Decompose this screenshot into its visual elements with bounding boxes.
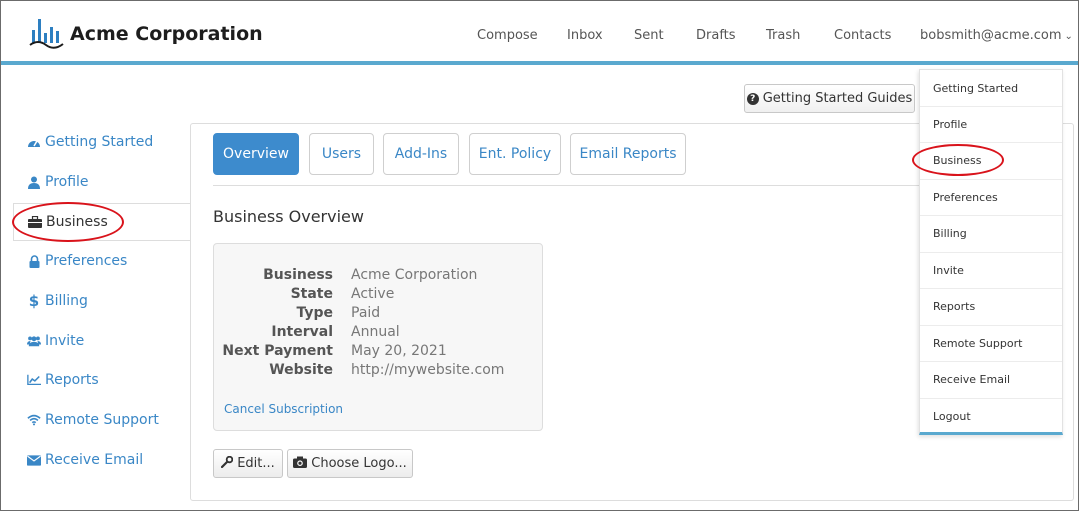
sidebar-item-remote-support[interactable]: Remote Support [13, 401, 190, 439]
nav-sent[interactable]: Sent [634, 28, 664, 43]
menu-item-billing[interactable]: Billing [920, 215, 1062, 251]
question-circle-icon: ? [746, 92, 759, 105]
getting-started-guides-button[interactable]: ? Getting Started Guides [744, 84, 915, 113]
menu-item-remote-support[interactable]: Remote Support [920, 325, 1062, 361]
detail-key: State [290, 286, 333, 302]
cancel-subscription-link[interactable]: Cancel Subscription [224, 402, 343, 416]
acme-logo-icon [29, 19, 64, 49]
tab-ent-policy[interactable]: Ent. Policy [469, 133, 561, 175]
menu-item-getting-started[interactable]: Getting Started [920, 70, 1062, 106]
sidebar-item-preferences[interactable]: Preferences [13, 242, 190, 280]
wrench-icon [221, 455, 234, 472]
choose-logo-button[interactable]: Choose Logo... [287, 449, 413, 478]
edit-label: Edit... [237, 456, 275, 471]
detail-key: Interval [271, 324, 333, 340]
brand-name: Acme Corporation [70, 23, 263, 45]
tab-email-reports[interactable]: Email Reports [570, 133, 686, 175]
users-icon [27, 334, 41, 348]
sidebar-item-label: Remote Support [45, 412, 159, 428]
sidebar-item-label: Invite [45, 333, 85, 349]
menu-item-logout[interactable]: Logout [920, 398, 1062, 434]
detail-key: Next Payment [222, 343, 333, 359]
detail-key: Business [263, 267, 333, 283]
sidebar-item-label: Profile [45, 174, 89, 190]
dollar-icon: $ [28, 292, 40, 310]
chevron-down-icon: ⌄ [1064, 31, 1073, 42]
nav-contacts[interactable]: Contacts [834, 28, 891, 43]
envelope-icon [27, 453, 41, 467]
nav-compose[interactable]: Compose [477, 28, 538, 43]
sidebar-item-label: Reports [45, 372, 99, 388]
sidebar-item-label: Getting Started [45, 134, 154, 150]
detail-row: State Active [214, 286, 544, 305]
section-title: Business Overview [213, 207, 364, 226]
detail-value: Acme Corporation [351, 267, 478, 283]
tab-users[interactable]: Users [309, 133, 374, 175]
menu-item-invite[interactable]: Invite [920, 252, 1062, 288]
detail-key: Type [296, 305, 333, 321]
sidebar-item-label: Receive Email [45, 452, 144, 468]
tab-divider [213, 185, 919, 186]
detail-row: Interval Annual [214, 324, 544, 343]
detail-value: http://mywebsite.com [351, 362, 505, 378]
top-header: Acme Corporation Compose Inbox Sent Draf… [1, 1, 1078, 65]
sidebar-item-invite[interactable]: Invite [13, 322, 190, 360]
sidebar-item-getting-started[interactable]: Getting Started [13, 123, 190, 161]
user-icon [27, 175, 41, 189]
detail-value: Paid [351, 305, 381, 321]
user-email: bobsmith@acme.com [920, 28, 1062, 43]
nav-inbox[interactable]: Inbox [567, 28, 603, 43]
dashboard-icon [27, 135, 41, 149]
detail-value: Annual [351, 324, 400, 340]
sidebar-item-reports[interactable]: Reports [13, 361, 190, 399]
edit-button[interactable]: Edit... [213, 449, 283, 478]
detail-key: Website [269, 362, 333, 378]
sidebar-item-receive-email[interactable]: Receive Email [13, 441, 190, 479]
guides-label: Getting Started Guides [762, 91, 913, 106]
briefcase-icon [28, 215, 42, 229]
detail-value: May 20, 2021 [351, 343, 447, 359]
lock-icon [27, 254, 41, 268]
wifi-icon [27, 413, 41, 427]
camera-icon [293, 456, 308, 472]
nav-trash[interactable]: Trash [766, 28, 800, 43]
sidebar-item-billing[interactable]: $ Billing [13, 282, 190, 320]
sidebar-item-label: Business [46, 214, 108, 230]
tab-add-ins[interactable]: Add-Ins [383, 133, 459, 175]
menu-item-profile[interactable]: Profile [920, 106, 1062, 142]
menu-item-reports[interactable]: Reports [920, 288, 1062, 324]
user-menu-toggle[interactable]: bobsmith@acme.com ⌄ [920, 28, 1073, 43]
sidebar-item-profile[interactable]: Profile [13, 163, 190, 201]
menu-item-receive-email[interactable]: Receive Email [920, 361, 1062, 397]
nav-drafts[interactable]: Drafts [696, 28, 736, 43]
menu-item-business[interactable]: Business [920, 142, 1062, 178]
detail-value: Active [351, 286, 395, 302]
sidebar-item-label: Billing [45, 293, 88, 309]
tab-overview[interactable]: Overview [213, 133, 299, 175]
detail-row: Business Acme Corporation [214, 267, 544, 286]
detail-row: Type Paid [214, 305, 544, 324]
detail-row: Website http://mywebsite.com [214, 362, 544, 381]
business-details-card: Business Acme Corporation State Active T… [213, 243, 543, 431]
menu-item-preferences[interactable]: Preferences [920, 179, 1062, 215]
user-dropdown-menu: Getting Started Profile Business Prefere… [919, 69, 1063, 435]
sidebar-item-label: Preferences [45, 253, 128, 269]
detail-row: Next Payment May 20, 2021 [214, 343, 544, 362]
choose-logo-label: Choose Logo... [311, 456, 407, 471]
sidebar-item-business[interactable]: Business [13, 203, 190, 241]
line-chart-icon [27, 373, 41, 387]
